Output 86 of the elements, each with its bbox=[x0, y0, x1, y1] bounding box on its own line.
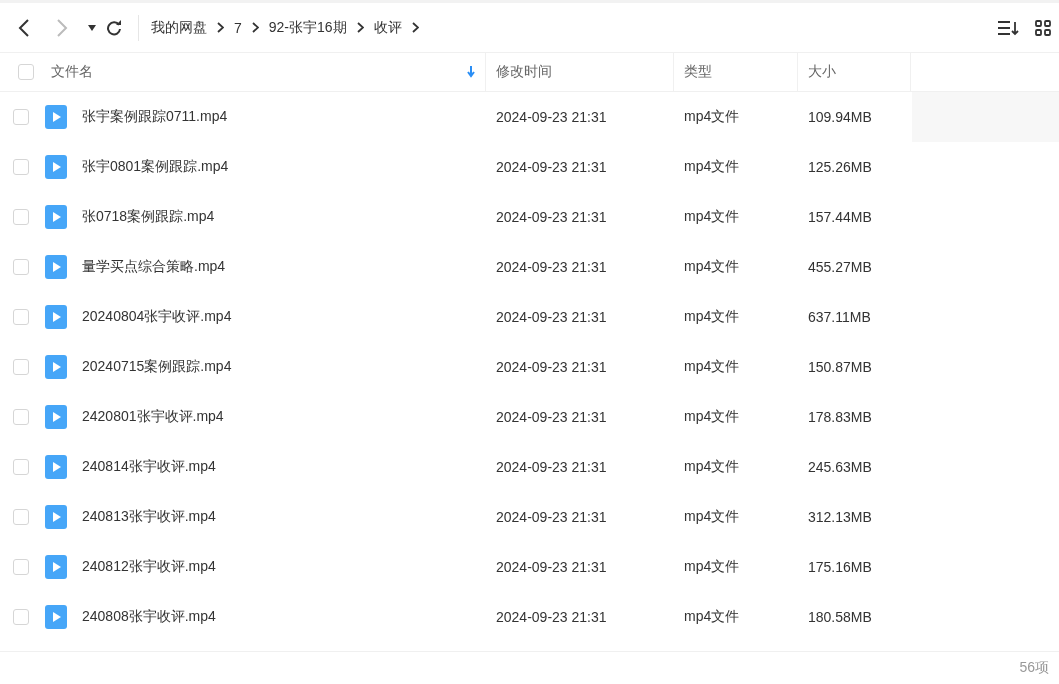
file-name[interactable]: 张宇0801案例跟踪.mp4 bbox=[82, 158, 229, 176]
row-checkbox[interactable] bbox=[13, 259, 29, 275]
file-type: mp4文件 bbox=[684, 258, 740, 276]
modified-time: 2024-09-23 21:31 bbox=[496, 159, 607, 175]
file-size: 150.87MB bbox=[808, 359, 872, 375]
row-checkbox[interactable] bbox=[13, 159, 29, 175]
video-file-icon bbox=[45, 405, 67, 429]
item-count: 56项 bbox=[1019, 659, 1049, 677]
modified-time: 2024-09-23 21:31 bbox=[496, 609, 607, 625]
file-type: mp4文件 bbox=[684, 208, 740, 226]
breadcrumb-item[interactable]: 7 bbox=[234, 19, 242, 36]
chevron-icon bbox=[251, 22, 259, 33]
modified-time: 2024-09-23 21:31 bbox=[496, 209, 607, 225]
file-type: mp4文件 bbox=[684, 508, 740, 526]
file-size: 637.11MB bbox=[808, 309, 871, 325]
dropdown-icon[interactable] bbox=[88, 24, 96, 31]
file-type: mp4文件 bbox=[684, 158, 740, 176]
chevron-icon bbox=[356, 22, 364, 33]
file-size: 245.63MB bbox=[808, 459, 872, 475]
file-size: 180.58MB bbox=[808, 609, 872, 625]
breadcrumb-item[interactable]: 我的网盘 bbox=[151, 18, 207, 37]
video-file-icon bbox=[45, 105, 67, 129]
file-name[interactable]: 量学买点综合策略.mp4 bbox=[82, 258, 226, 276]
file-type: mp4文件 bbox=[684, 108, 740, 126]
breadcrumb-item[interactable]: 92-张宇16期 bbox=[268, 18, 347, 37]
file-name[interactable]: 240808张宇收评.mp4 bbox=[82, 608, 216, 626]
video-file-icon bbox=[45, 555, 67, 579]
column-header[interactable]: 修改时间 bbox=[486, 53, 674, 91]
sort-arrow-icon bbox=[467, 66, 475, 78]
video-file-icon bbox=[45, 355, 67, 379]
sort-icon[interactable] bbox=[997, 19, 1019, 36]
file-name[interactable]: 张宇案例跟踪0711.mp4 bbox=[82, 108, 228, 126]
video-file-icon bbox=[45, 305, 67, 329]
file-name[interactable]: 240812张宇收评.mp4 bbox=[82, 558, 216, 576]
file-type: mp4文件 bbox=[684, 458, 740, 476]
row-checkbox[interactable] bbox=[13, 309, 29, 325]
file-type: mp4文件 bbox=[684, 558, 740, 576]
file-size: 455.27MB bbox=[808, 259, 872, 275]
select-all-checkbox[interactable] bbox=[18, 64, 34, 80]
video-file-icon bbox=[45, 455, 67, 479]
row-checkbox[interactable] bbox=[13, 459, 29, 475]
column-header[interactable]: 大小 bbox=[798, 53, 911, 91]
file-size: 157.44MB bbox=[808, 209, 872, 225]
file-type: mp4文件 bbox=[684, 358, 740, 376]
file-name[interactable]: 20240715案例跟踪.mp4 bbox=[82, 358, 232, 376]
video-file-icon bbox=[45, 205, 67, 229]
modified-time: 2024-09-23 21:31 bbox=[496, 359, 607, 375]
row-checkbox[interactable] bbox=[13, 609, 29, 625]
chevron-icon bbox=[411, 22, 419, 33]
video-file-icon bbox=[45, 605, 67, 629]
file-type: mp4文件 bbox=[684, 608, 740, 626]
column-header[interactable]: 类型 bbox=[674, 53, 798, 91]
file-type: mp4文件 bbox=[684, 408, 740, 426]
row-checkbox[interactable] bbox=[13, 209, 29, 225]
back-icon[interactable] bbox=[18, 17, 30, 38]
chevron-icon bbox=[217, 22, 224, 33]
modified-time: 2024-09-23 21:31 bbox=[496, 509, 607, 525]
file-size: 312.13MB bbox=[808, 509, 872, 525]
file-name[interactable]: 张0718案例跟踪.mp4 bbox=[82, 208, 215, 226]
file-name[interactable]: 240814张宇收评.mp4 bbox=[82, 458, 216, 476]
modified-time: 2024-09-23 21:31 bbox=[496, 109, 607, 125]
file-type: mp4文件 bbox=[684, 308, 740, 326]
column-header[interactable]: 文件名 bbox=[43, 53, 486, 91]
file-size: 109.94MB bbox=[808, 109, 872, 125]
modified-time: 2024-09-23 21:31 bbox=[496, 259, 607, 275]
row-checkbox[interactable] bbox=[13, 509, 29, 525]
video-file-icon bbox=[45, 155, 67, 179]
row-checkbox[interactable] bbox=[13, 109, 29, 125]
grid-view-icon[interactable] bbox=[1035, 19, 1051, 36]
modified-time: 2024-09-23 21:31 bbox=[496, 459, 607, 475]
file-size: 125.26MB bbox=[808, 159, 872, 175]
video-file-icon bbox=[45, 505, 67, 529]
file-name[interactable]: 2420801张宇收评.mp4 bbox=[82, 408, 224, 426]
row-checkbox[interactable] bbox=[13, 359, 29, 375]
file-name[interactable]: 20240804张宇收评.mp4 bbox=[82, 308, 232, 326]
file-size: 175.16MB bbox=[808, 559, 872, 575]
modified-time: 2024-09-23 21:31 bbox=[496, 309, 607, 325]
modified-time: 2024-09-23 21:31 bbox=[496, 409, 607, 425]
row-checkbox[interactable] bbox=[13, 409, 29, 425]
row-checkbox[interactable] bbox=[13, 559, 29, 575]
file-name[interactable]: 240813张宇收评.mp4 bbox=[82, 508, 216, 526]
file-size: 178.83MB bbox=[808, 409, 872, 425]
breadcrumb-item[interactable]: 收评 bbox=[373, 18, 402, 37]
video-file-icon bbox=[45, 255, 67, 279]
refresh-icon[interactable] bbox=[106, 19, 122, 36]
modified-time: 2024-09-23 21:31 bbox=[496, 559, 607, 575]
